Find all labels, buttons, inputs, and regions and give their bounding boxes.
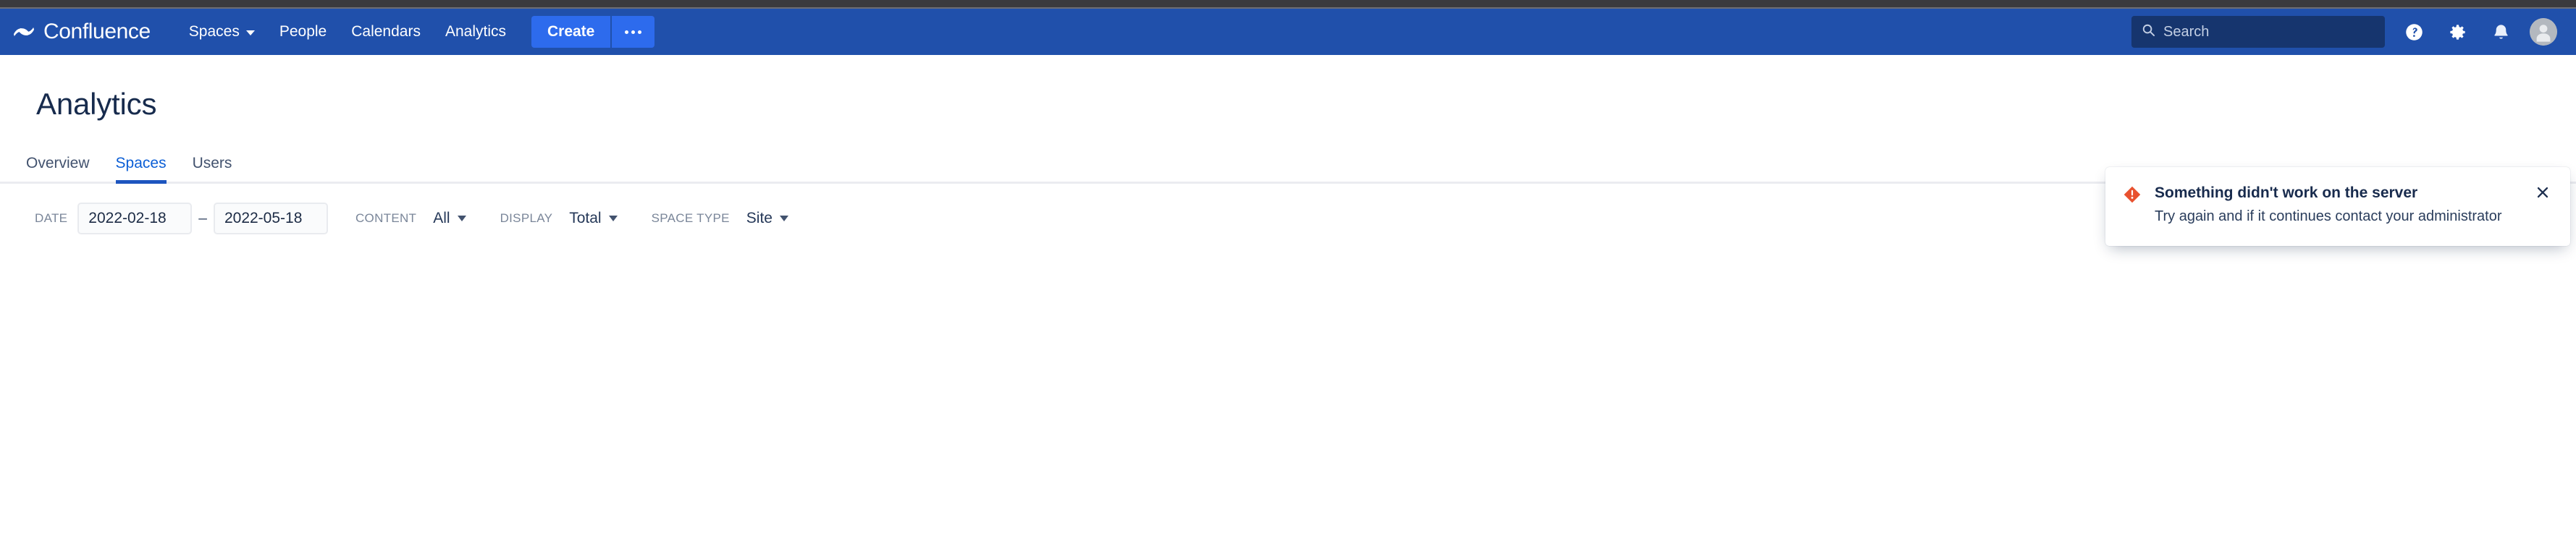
display-filter-value: Total	[569, 210, 602, 226]
display-filter-select[interactable]: Total	[563, 205, 623, 232]
nav-item-spaces-label: Spaces	[188, 23, 240, 40]
page-title: Analytics	[36, 87, 157, 121]
date-filter-label: DATE	[35, 211, 68, 225]
confluence-home-link[interactable]: Confluence	[13, 21, 151, 43]
page-container: Analytics Overview Spaces Users DATE – C…	[0, 55, 2576, 544]
error-flag-description: Try again and if it continues contact yo…	[2155, 208, 2502, 225]
nav-item-spaces[interactable]: Spaces	[177, 17, 267, 47]
brand-name: Confluence	[43, 20, 151, 43]
space-type-filter-label: SPACE TYPE	[651, 211, 730, 225]
space-type-filter-select[interactable]: Site	[740, 205, 795, 232]
ellipsis-icon	[625, 30, 642, 34]
display-filter-label: DISPLAY	[500, 211, 553, 225]
date-range-separator: –	[198, 210, 207, 226]
chevron-down-icon	[457, 216, 466, 221]
primary-nav-links: Spaces People Calendars Analytics	[177, 17, 518, 47]
chevron-down-icon	[245, 30, 255, 35]
global-navigation-bar: Confluence Spaces People Calendars Analy…	[0, 9, 2576, 55]
user-avatar-icon[interactable]	[2530, 18, 2557, 46]
analytics-results-area	[0, 234, 2576, 451]
nav-item-people[interactable]: People	[267, 17, 339, 47]
error-flag-body: Something didn't work on the server Try …	[2155, 183, 2520, 227]
create-button[interactable]: Create	[531, 16, 611, 48]
search-icon	[2142, 23, 2155, 41]
space-type-filter-value: Site	[746, 210, 773, 226]
nav-item-analytics-label: Analytics	[445, 23, 506, 40]
error-flag-close-button[interactable]	[2533, 183, 2553, 227]
content-filter-select[interactable]: All	[426, 205, 472, 232]
date-to-input[interactable]	[213, 203, 328, 234]
date-from-input[interactable]	[77, 203, 193, 234]
confluence-logo-icon	[13, 21, 35, 43]
search-input[interactable]	[2163, 23, 2375, 41]
content-filter-label: CONTENT	[355, 211, 417, 225]
help-circle-icon[interactable]	[2399, 17, 2428, 46]
nav-item-analytics[interactable]: Analytics	[433, 17, 518, 47]
gear-icon[interactable]	[2443, 17, 2472, 46]
error-diamond-icon	[2123, 183, 2142, 227]
create-button-group: Create	[531, 16, 655, 48]
tab-overview[interactable]: Overview	[13, 155, 103, 182]
chevron-down-icon	[779, 216, 788, 221]
search-box[interactable]	[2131, 16, 2385, 48]
chevron-down-icon	[608, 216, 618, 221]
bell-icon[interactable]	[2486, 17, 2515, 46]
tab-spaces[interactable]: Spaces	[103, 155, 180, 184]
nav-right-cluster	[2131, 16, 2557, 48]
date-filter-group: DATE –	[35, 203, 328, 234]
content-filter-group: CONTENT All	[355, 205, 473, 232]
create-more-button[interactable]	[612, 16, 655, 48]
display-filter-group: DISPLAY Total	[500, 205, 624, 232]
error-flag-title: Something didn't work on the server	[2155, 184, 2418, 201]
browser-chrome-strip	[0, 0, 2576, 7]
error-flag-notification: Something didn't work on the server Try …	[2105, 167, 2570, 246]
tab-users[interactable]: Users	[180, 155, 245, 182]
nav-item-people-label: People	[279, 23, 327, 40]
nav-item-calendars[interactable]: Calendars	[339, 17, 433, 47]
space-type-filter-group: SPACE TYPE Site	[652, 205, 795, 232]
content-filter-value: All	[433, 210, 450, 226]
nav-item-calendars-label: Calendars	[351, 23, 421, 40]
